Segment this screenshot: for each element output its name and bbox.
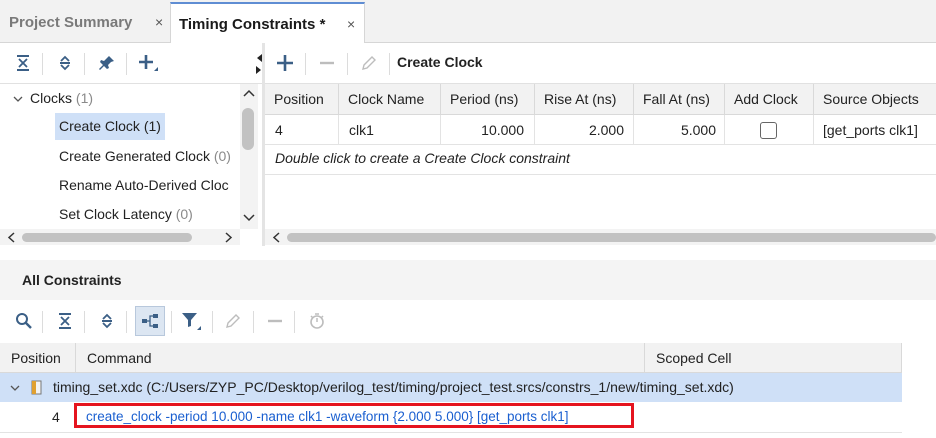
close-icon[interactable]: × bbox=[155, 14, 163, 30]
hierarchy-icon[interactable] bbox=[135, 306, 165, 336]
filter-icon[interactable] bbox=[180, 309, 204, 333]
toolbar-separator bbox=[212, 311, 213, 333]
file-icon bbox=[31, 380, 42, 395]
column-header-add-clock[interactable]: Add Clock bbox=[725, 84, 814, 115]
all-constraints-toolbar bbox=[0, 301, 936, 341]
expand-all-icon[interactable] bbox=[95, 309, 119, 333]
cell-period[interactable]: 10.000 bbox=[441, 115, 535, 145]
collapse-all-icon[interactable] bbox=[11, 51, 35, 75]
pin-icon[interactable] bbox=[95, 51, 119, 75]
row-divider bbox=[0, 432, 902, 433]
toolbar-separator bbox=[42, 53, 43, 75]
tree-item-label: Rename Auto-Derived Cloc bbox=[59, 177, 229, 193]
toolbar-separator bbox=[126, 53, 127, 75]
tree-scroll-thumb[interactable] bbox=[242, 108, 254, 150]
collapse-all-icon[interactable] bbox=[53, 309, 77, 333]
column-header-fall-at[interactable]: Fall At (ns) bbox=[634, 84, 725, 115]
toolbar-separator bbox=[42, 311, 43, 333]
toolbar-separator bbox=[84, 53, 85, 75]
tree-item-count: (0) bbox=[213, 148, 231, 164]
remove-icon[interactable] bbox=[315, 51, 339, 75]
column-header-source-objects[interactable]: Source Objects bbox=[814, 84, 936, 115]
constraint-tree: Clocks (1) Create Clock (1) Create Gener… bbox=[0, 84, 262, 229]
tree-item-rename-auto-derived-clock[interactable]: Rename Auto-Derived Cloc bbox=[59, 171, 237, 200]
xdc-file-row[interactable]: timing_set.xdc (C:/Users/ZYP_PC/Desktop/… bbox=[0, 373, 902, 402]
expand-all-icon[interactable] bbox=[53, 51, 77, 75]
table-hscroll-thumb[interactable] bbox=[287, 233, 936, 242]
tree-horizontal-scrollbar[interactable] bbox=[0, 229, 240, 245]
toolbar-separator bbox=[389, 53, 390, 75]
close-icon[interactable]: × bbox=[347, 16, 355, 32]
constraint-toolbar: Create Clock bbox=[265, 43, 936, 84]
edit-icon[interactable] bbox=[221, 309, 245, 333]
tree-item-set-clock-latency[interactable]: Set Clock Latency (0) bbox=[59, 200, 193, 229]
all-constraints-header: All Constraints bbox=[0, 260, 936, 300]
xdc-file-label: timing_set.xdc (C:/Users/ZYP_PC/Desktop/… bbox=[53, 379, 734, 395]
tab-label: Project Summary bbox=[9, 14, 133, 31]
cell-position[interactable]: 4 bbox=[265, 115, 339, 145]
toolbar-separator bbox=[347, 53, 348, 75]
create-clock-hint: Double click to create a Create Clock co… bbox=[275, 150, 570, 166]
tree-item-label: Set Clock Latency bbox=[59, 206, 172, 222]
tree-group-label: Clocks bbox=[30, 90, 73, 106]
tree-group-clocks[interactable]: Clocks (1) bbox=[12, 84, 93, 113]
add-clock-checkbox[interactable] bbox=[760, 122, 777, 139]
scroll-down-icon[interactable] bbox=[243, 213, 255, 223]
scroll-left-icon[interactable] bbox=[6, 232, 16, 243]
tree-vertical-scrollbar[interactable] bbox=[240, 84, 258, 229]
column-header-period[interactable]: Period (ns) bbox=[441, 84, 535, 115]
toolbar-separator bbox=[126, 311, 127, 333]
column-header-clock-name[interactable]: Clock Name bbox=[339, 84, 441, 115]
cell-source-objects[interactable]: [get_ports clk1] bbox=[814, 115, 936, 145]
chevron-down-icon[interactable] bbox=[9, 382, 21, 394]
tree-item-create-clock[interactable]: Create Clock (1) bbox=[55, 113, 165, 140]
add-icon[interactable] bbox=[273, 51, 297, 75]
tree-item-count: (0) bbox=[175, 206, 193, 222]
toolbar-separator bbox=[171, 311, 172, 333]
cell-add-clock bbox=[725, 115, 814, 145]
edit-icon[interactable] bbox=[357, 51, 381, 75]
tab-label: Timing Constraints * bbox=[179, 16, 326, 33]
add-icon[interactable] bbox=[137, 51, 161, 75]
tree-toolbar bbox=[0, 43, 262, 84]
tree-hscroll-thumb[interactable] bbox=[22, 233, 192, 242]
column-header-rise-at[interactable]: Rise At (ns) bbox=[535, 84, 634, 115]
tree-item-create-generated-clock[interactable]: Create Generated Clock (0) bbox=[59, 142, 231, 171]
toolbar-separator bbox=[84, 311, 85, 333]
cell-position: 4 bbox=[52, 409, 60, 425]
toolbar-separator bbox=[305, 53, 306, 75]
tree-group-count: (1) bbox=[75, 90, 94, 106]
tree-item-label: Create Clock bbox=[59, 118, 140, 134]
remove-icon[interactable] bbox=[263, 309, 287, 333]
toolbar-separator bbox=[253, 311, 254, 333]
cell-rise-at[interactable]: 2.000 bbox=[535, 115, 634, 145]
cell-clock-name[interactable]: clk1 bbox=[339, 115, 441, 145]
search-icon[interactable] bbox=[12, 309, 36, 333]
chevron-down-icon[interactable] bbox=[12, 93, 24, 105]
section-title: All Constraints bbox=[22, 272, 122, 288]
cell-fall-at[interactable]: 5.000 bbox=[634, 115, 725, 145]
tab-project-summary[interactable]: Project Summary × bbox=[0, 3, 170, 42]
column-header-scoped-cell[interactable]: Scoped Cell bbox=[645, 343, 902, 373]
highlight-box bbox=[74, 403, 634, 428]
table-horizontal-scrollbar[interactable] bbox=[265, 229, 936, 245]
toolbar-separator bbox=[294, 311, 295, 333]
column-header-position[interactable]: Position bbox=[0, 343, 76, 373]
timer-icon[interactable] bbox=[305, 309, 329, 333]
scroll-up-icon[interactable] bbox=[243, 88, 255, 98]
scroll-right-icon[interactable] bbox=[224, 232, 234, 243]
column-header-command[interactable]: Command bbox=[76, 343, 645, 373]
column-header-position[interactable]: Position bbox=[265, 84, 339, 115]
panel-title: Create Clock bbox=[397, 54, 483, 70]
tree-item-label: Create Generated Clock bbox=[59, 148, 210, 164]
tree-item-count: (1) bbox=[143, 118, 161, 134]
tab-timing-constraints[interactable]: Timing Constraints * × bbox=[170, 2, 365, 45]
scroll-left-icon[interactable] bbox=[271, 232, 281, 243]
